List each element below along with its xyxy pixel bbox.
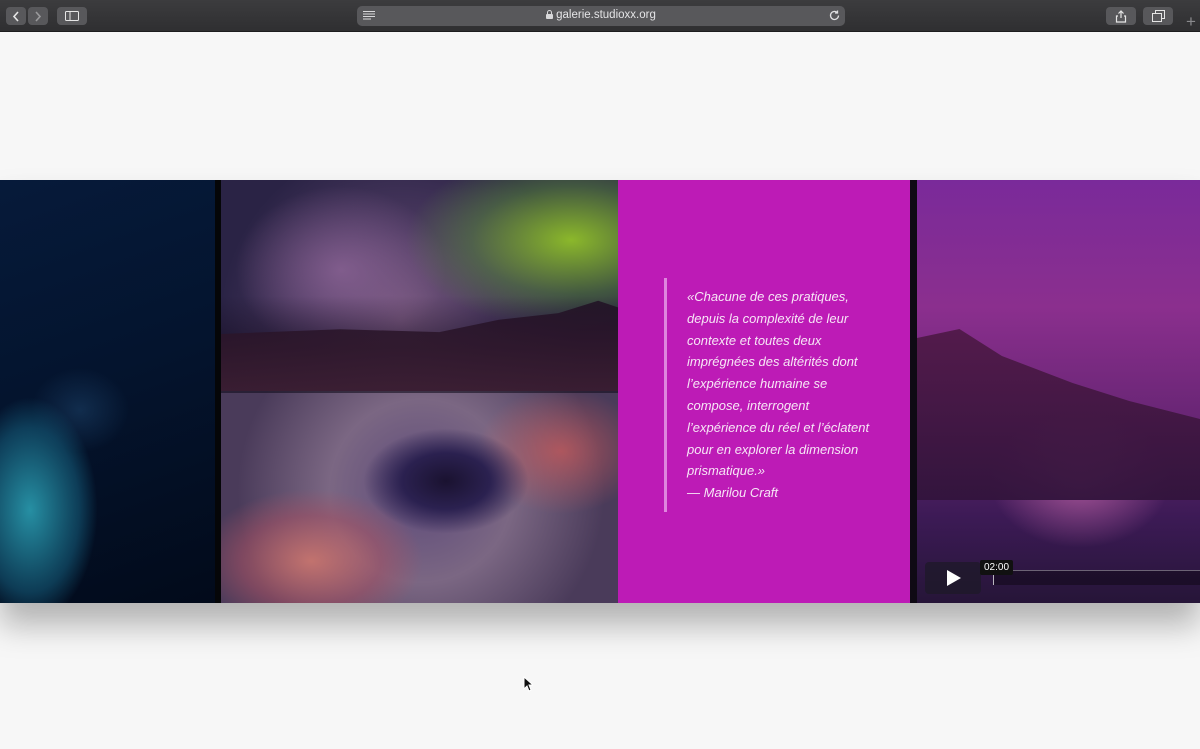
reload-icon[interactable] xyxy=(828,9,841,22)
quote-line: imprégnées des altérités dont xyxy=(687,354,858,370)
gallery-strip: «Chacune de ces pratiques, depuis la com… xyxy=(0,180,1200,603)
play-button[interactable] xyxy=(925,562,981,594)
artwork-image-landscape[interactable] xyxy=(221,180,618,391)
forward-icon xyxy=(35,10,42,22)
quote-line: prismatique.» xyxy=(687,463,766,479)
share-button[interactable] xyxy=(1106,7,1136,25)
quote-line: pour en explorer la dimension xyxy=(687,441,859,457)
panel-divider xyxy=(910,180,917,603)
quote-line: depuis la complexité de leur xyxy=(687,310,849,326)
video-player[interactable]: 02:00 xyxy=(910,180,1200,603)
video-timecode: 02:00 xyxy=(980,560,1014,575)
sidebar-button[interactable] xyxy=(57,7,87,25)
quote-line: l’expérience du réel et l’éclatent xyxy=(687,419,870,435)
quote-attribution: — Marilou Craft xyxy=(687,485,779,501)
play-icon xyxy=(946,570,961,586)
url-text: galerie.studioxx.org xyxy=(357,9,845,21)
artwork-image-left[interactable] xyxy=(0,180,221,603)
quote-line: compose, interrogent xyxy=(687,397,810,413)
tabs-overview-button[interactable] xyxy=(1143,7,1173,25)
address-bar[interactable]: galerie.studioxx.org xyxy=(357,6,845,26)
lock-icon xyxy=(546,10,554,19)
landscape-silhouette xyxy=(221,300,618,391)
share-icon xyxy=(1115,9,1127,23)
quote-line: «Chacune de ces pratiques, xyxy=(687,289,849,304)
back-icon xyxy=(12,10,19,22)
image-separator xyxy=(221,391,618,393)
pull-quote: «Chacune de ces pratiques, depuis la com… xyxy=(664,278,874,512)
sidebar-icon xyxy=(65,11,79,21)
artwork-image-vortex[interactable] xyxy=(221,391,618,603)
mouse-cursor-icon xyxy=(523,676,533,692)
url-value: galerie.studioxx.org xyxy=(556,9,656,21)
quote-line: l’expérience humaine se xyxy=(687,376,828,392)
new-tab-icon[interactable]: + xyxy=(1182,11,1200,32)
forward-button[interactable] xyxy=(28,7,48,25)
back-button[interactable] xyxy=(6,7,26,25)
tabs-icon xyxy=(1151,10,1165,22)
quote-line: contexte et toutes deux xyxy=(687,332,822,348)
quote-panel: «Chacune de ces pratiques, depuis la com… xyxy=(618,180,910,603)
video-frame-mountain xyxy=(917,329,1200,500)
video-progress-bar[interactable] xyxy=(993,570,1200,585)
browser-toolbar: galerie.studioxx.org + xyxy=(0,0,1200,32)
